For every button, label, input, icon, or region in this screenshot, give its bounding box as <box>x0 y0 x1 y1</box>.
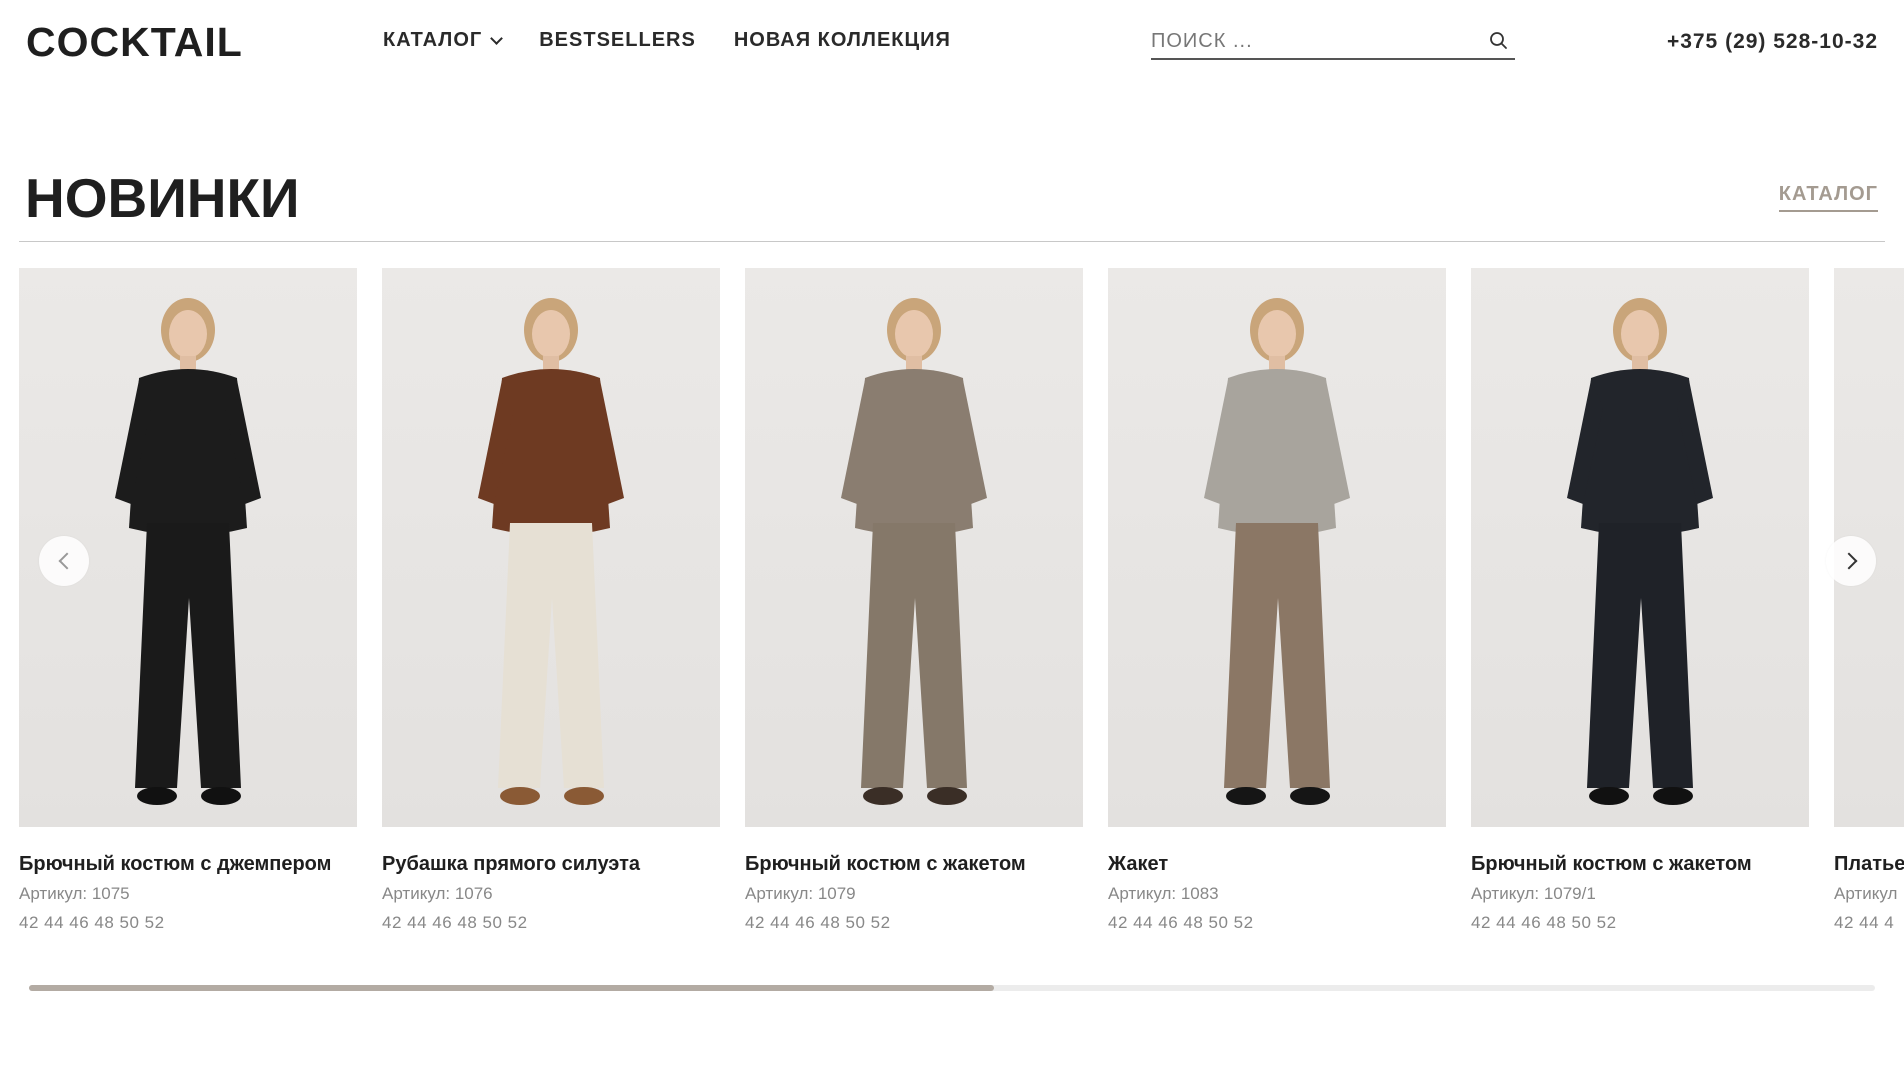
search-icon[interactable] <box>1487 29 1511 53</box>
divider <box>19 241 1885 242</box>
product-title[interactable]: Брючный костюм с жакетом <box>745 851 1083 877</box>
product-card[interactable]: Рубашка прямого силуэта Артикул: 1076 42 4… <box>382 268 720 934</box>
product-sku: Артикул: 1076 <box>382 884 493 903</box>
catalog-link[interactable]: КАТАЛОГ <box>1778 183 1878 212</box>
product-sizes: 42 44 46 48 50 52 <box>1471 913 1617 932</box>
product-sizes: 42 44 46 48 50 52 <box>745 913 891 932</box>
nav-item-new-collection[interactable]: НОВАЯ КОЛЛЕКЦИЯ <box>734 28 951 52</box>
product-title[interactable]: Брючный костюм с жакетом <box>1471 851 1809 877</box>
carousel-next-button[interactable] <box>1826 536 1876 586</box>
logo[interactable]: COCKTAIL <box>26 20 243 64</box>
product-card[interactable]: Брючный костюм с жакетом Артикул: 1079/1 4… <box>1471 268 1809 934</box>
chevron-right-icon <box>1840 552 1857 570</box>
carousel-scrollbar-thumb[interactable] <box>29 985 995 991</box>
product-card[interactable]: Платье Артикул 42 44 4 <box>1834 268 1904 934</box>
product-sizes: 42 44 46 48 50 52 <box>1108 913 1254 932</box>
product-photo[interactable] <box>745 268 1083 827</box>
site-header: COCKTAIL КАТАЛОГ BESTSELLERS НОВАЯ КОЛЛЕ… <box>0 0 1904 90</box>
product-photo[interactable] <box>1108 268 1446 827</box>
product-photo[interactable] <box>382 268 720 827</box>
product-sku: Артикул: 1075 <box>19 884 130 903</box>
product-carousel[interactable]: Брючный костюм с джемпером Артикул: 1075 4… <box>0 268 1904 948</box>
section-title: НОВИНКИ <box>25 167 300 229</box>
search-input[interactable] <box>1151 25 1487 57</box>
product-sizes: 42 44 46 48 50 52 <box>382 913 528 932</box>
product-title[interactable]: Платье <box>1834 851 1904 877</box>
product-sku: Артикул <box>1834 884 1898 903</box>
product-title[interactable]: Рубашка прямого силуэта <box>382 851 720 877</box>
product-sku: Артикул: 1083 <box>1108 884 1219 903</box>
product-sizes: 42 44 4 <box>1834 913 1895 932</box>
product-card[interactable]: Брючный костюм с джемпером Артикул: 1075 4… <box>19 268 357 934</box>
main-nav: КАТАЛОГ BESTSELLERS НОВАЯ КОЛЛЕКЦИЯ <box>383 28 951 52</box>
product-sku: Артикул: 1079/1 <box>1471 884 1596 903</box>
nav-item-catalog-label: КАТАЛОГ <box>383 29 483 51</box>
product-title[interactable]: Брючный костюм с джемпером <box>19 851 357 877</box>
carousel-prev-button[interactable] <box>39 536 89 586</box>
product-sku: Артикул: 1079 <box>745 884 856 903</box>
nav-item-bestsellers[interactable]: BESTSELLERS <box>539 28 696 52</box>
carousel-scrollbar[interactable] <box>29 985 1875 991</box>
product-card[interactable]: Брючный костюм с жакетом Артикул: 1079 42 … <box>745 268 1083 934</box>
product-photo[interactable] <box>1471 268 1809 827</box>
nav-item-catalog[interactable]: КАТАЛОГ <box>383 28 504 52</box>
chevron-left-icon <box>58 552 75 570</box>
product-sizes: 42 44 46 48 50 52 <box>19 913 165 932</box>
chevron-down-icon <box>490 31 504 45</box>
product-card[interactable]: Жакет Артикул: 1083 42 44 46 48 50 52 <box>1108 268 1446 934</box>
search-box <box>1151 24 1515 60</box>
product-title[interactable]: Жакет <box>1108 851 1446 877</box>
phone-link[interactable]: +375 (29) 528-10-32 <box>1667 30 1878 54</box>
